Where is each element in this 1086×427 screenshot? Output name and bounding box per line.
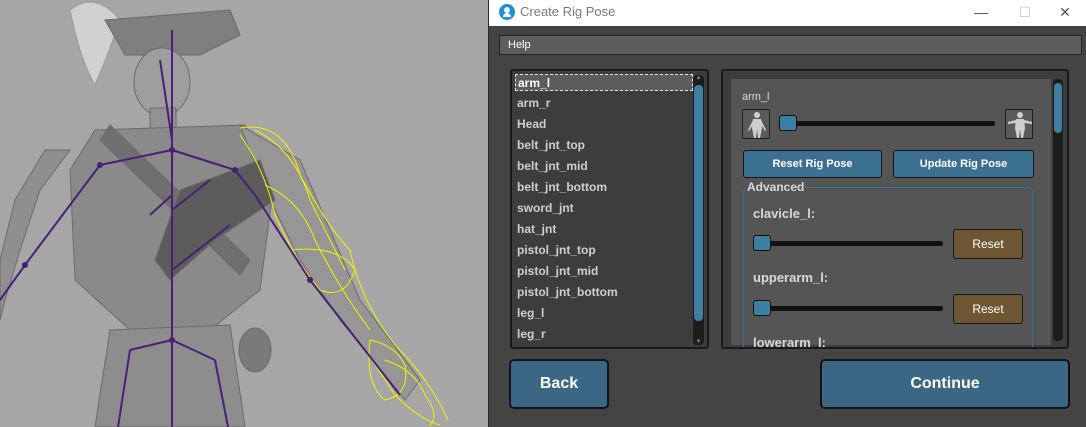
advanced-group-label: Advanced (745, 180, 807, 194)
reset-rig-pose-button[interactable]: Reset Rig Pose (743, 150, 882, 178)
t-pose-figure-icon[interactable] (1005, 109, 1033, 139)
joint-list-item[interactable]: leg_l (517, 305, 544, 322)
scroll-down-arrow-icon[interactable]: ▼ (694, 339, 703, 345)
help-menu[interactable]: Help (508, 39, 531, 51)
pose-content: arm_l Reset Rig Pose Update Rig Pose Adv… (731, 79, 1051, 347)
scroll-up-arrow-icon[interactable]: ▲ (694, 75, 703, 81)
joint-list-item[interactable]: belt_jnt_top (517, 137, 585, 154)
viewport-3d[interactable] (0, 0, 488, 427)
slider-handle[interactable] (753, 300, 771, 316)
pose-panel-scrollbar[interactable] (1053, 79, 1063, 341)
joint-list-item[interactable]: pistol_jnt_mid (517, 263, 598, 280)
update-rig-pose-button[interactable]: Update Rig Pose (893, 150, 1034, 178)
slider-handle[interactable] (779, 115, 797, 131)
joint-list-item[interactable]: leg_r (517, 326, 546, 343)
upperarm-label: upperarm_l: (753, 270, 829, 285)
joint-list-item[interactable]: hat_jnt (517, 221, 556, 238)
window-title: Create Rig Pose (520, 4, 616, 19)
clavicle-label: clavicle_l: (753, 206, 816, 221)
lowerarm-label: lowerarm_l: (753, 335, 826, 349)
back-button[interactable]: Back (509, 359, 609, 409)
close-button[interactable]: ✕ (1043, 0, 1086, 26)
title-bar[interactable]: Create Rig Pose — ☐ ✕ (489, 0, 1086, 26)
joint-list-item[interactable]: belt_jnt_bottom (517, 179, 607, 196)
pose-joint-title: arm_l (742, 91, 770, 103)
joint-list-item[interactable]: Head (517, 116, 546, 133)
joint-list-item[interactable]: sword_jnt (517, 200, 574, 217)
upperarm-slider[interactable] (753, 300, 943, 316)
character-render (0, 1, 449, 427)
joint-list-item[interactable]: pistol_jnt_bottom (517, 284, 618, 301)
a-pose-figure-icon[interactable] (742, 109, 770, 139)
minimize-button[interactable]: — (959, 0, 1003, 26)
upperarm-reset-button[interactable]: Reset (953, 294, 1023, 324)
slider-handle[interactable] (753, 235, 771, 251)
joint-list-item[interactable]: belt_jnt_mid (517, 158, 588, 175)
pose-blend-slider[interactable] (779, 115, 995, 131)
clavicle-slider[interactable] (753, 235, 943, 251)
scrollbar-thumb[interactable] (1054, 83, 1062, 133)
joint-list-item[interactable]: pistol_jnt_top (517, 242, 596, 259)
menu-bar: Help (499, 35, 1082, 55)
scrollbar-thumb[interactable] (694, 85, 703, 321)
joint-list-scrollbar[interactable]: ▲ ▼ (693, 75, 704, 345)
create-rig-pose-window: Create Rig Pose — ☐ ✕ Help arm_l arm_r Hea… (488, 0, 1086, 427)
joint-list-item[interactable]: arm_r (517, 95, 550, 112)
joint-list-item[interactable]: arm_l (515, 74, 693, 91)
joint-list[interactable]: arm_l arm_r Head belt_jnt_top belt_jnt_midbe… (510, 69, 709, 349)
continue-button[interactable]: Continue (820, 359, 1070, 409)
clavicle-reset-button[interactable]: Reset (953, 229, 1023, 259)
maximize-button[interactable]: ☐ (1003, 0, 1047, 26)
app-icon (499, 4, 515, 20)
pose-panel: arm_l Reset Rig Pose Update Rig Pose Adv… (721, 69, 1069, 349)
